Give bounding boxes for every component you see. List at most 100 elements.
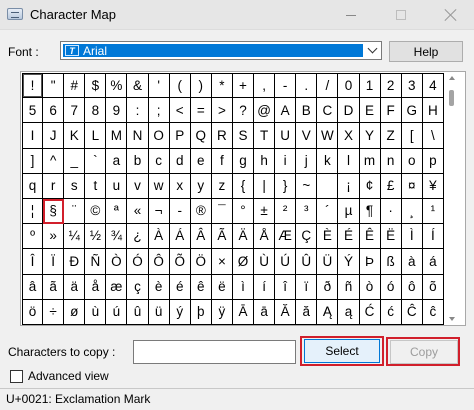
char-cell[interactable]: ò <box>359 274 381 300</box>
char-cell[interactable]: õ <box>422 274 444 300</box>
char-cell[interactable]: ą <box>338 299 360 325</box>
char-cell[interactable]: G <box>401 98 423 124</box>
char-cell[interactable]: j <box>296 148 318 174</box>
char-cell[interactable]: ¿ <box>127 224 149 250</box>
char-cell[interactable]: P <box>169 123 191 149</box>
char-cell[interactable]: o <box>401 148 423 174</box>
char-cell[interactable]: ä <box>64 274 86 300</box>
char-cell[interactable]: B <box>296 98 318 124</box>
char-cell[interactable]: ā <box>254 299 276 325</box>
char-cell[interactable]: Ø <box>232 249 255 275</box>
char-cell[interactable]: p <box>422 148 444 174</box>
char-cell[interactable]: { <box>232 173 255 199</box>
char-cell[interactable]: , <box>254 73 276 99</box>
char-cell[interactable]: > <box>211 98 233 124</box>
char-cell[interactable]: : <box>127 98 149 124</box>
char-cell[interactable]: w <box>148 173 170 199</box>
grid-scrollbar[interactable] <box>446 76 458 321</box>
char-cell[interactable]: Å <box>254 224 276 250</box>
char-cell[interactable]: × <box>211 249 233 275</box>
char-cell[interactable]: þ <box>190 299 212 325</box>
char-cell[interactable]: ¤ <box>401 173 423 199</box>
char-cell[interactable]: Ù <box>254 249 276 275</box>
maximize-button[interactable] <box>378 0 424 30</box>
char-cell[interactable]: X <box>338 123 360 149</box>
char-cell[interactable]: % <box>106 73 128 99</box>
char-cell[interactable]: M <box>106 123 128 149</box>
char-cell[interactable]: ® <box>190 198 212 225</box>
char-cell[interactable]: ß <box>380 249 402 275</box>
char-cell[interactable]: @ <box>254 98 276 124</box>
char-cell[interactable]: ) <box>190 73 212 99</box>
char-cell[interactable]: R <box>211 123 233 149</box>
char-cell[interactable]: æ <box>106 274 128 300</box>
char-cell[interactable]: § <box>43 198 65 225</box>
char-cell[interactable]: + <box>232 73 255 99</box>
char-cell[interactable]: U <box>275 123 297 149</box>
char-cell[interactable]: î <box>275 274 297 300</box>
char-cell[interactable]: [ <box>401 123 423 149</box>
char-cell[interactable]: Ì <box>401 224 423 250</box>
char-cell[interactable]: ë <box>211 274 233 300</box>
char-cell[interactable]: Í <box>422 224 444 250</box>
char-cell[interactable]: N <box>127 123 149 149</box>
char-cell[interactable]: h <box>254 148 276 174</box>
char-cell[interactable]: Ð <box>64 249 86 275</box>
char-cell[interactable]: ¯ <box>211 198 233 225</box>
char-cell[interactable]: ^ <box>43 148 65 174</box>
char-cell[interactable]: L <box>85 123 107 149</box>
char-cell[interactable]: S <box>232 123 255 149</box>
char-cell[interactable]: ¨ <box>64 198 86 225</box>
char-cell[interactable]: » <box>43 224 65 250</box>
char-cell[interactable]: t <box>85 173 107 199</box>
char-cell[interactable]: Ñ <box>85 249 107 275</box>
char-cell[interactable]: í <box>254 274 276 300</box>
char-cell[interactable]: ± <box>254 198 276 225</box>
char-cell[interactable]: Ô <box>148 249 170 275</box>
char-cell[interactable]: á <box>422 249 444 275</box>
char-cell[interactable]: ] <box>22 148 44 174</box>
char-cell[interactable]: Ï <box>43 249 65 275</box>
char-cell[interactable]: r <box>43 173 65 199</box>
char-cell[interactable]: ` <box>85 148 107 174</box>
char-cell[interactable]: Þ <box>359 249 381 275</box>
char-cell[interactable]: E <box>359 98 381 124</box>
char-cell[interactable]: W <box>317 123 339 149</box>
char-cell[interactable]: ú <box>106 299 128 325</box>
char-cell[interactable]: é <box>169 274 191 300</box>
char-cell[interactable]: º <box>22 224 44 250</box>
char-cell[interactable]: c <box>148 148 170 174</box>
char-cell[interactable]: ¼ <box>64 224 86 250</box>
font-dropdown[interactable]: Т Arial <box>60 41 382 60</box>
char-cell[interactable]: © <box>85 198 107 225</box>
char-cell[interactable]: l <box>338 148 360 174</box>
char-cell[interactable]: q <box>22 173 44 199</box>
char-cell[interactable]: = <box>190 98 212 124</box>
char-cell[interactable]: Ä <box>232 224 255 250</box>
char-cell[interactable]: å <box>85 274 107 300</box>
char-cell[interactable]: ø <box>64 299 86 325</box>
char-cell[interactable]: Ã <box>211 224 233 250</box>
char-cell[interactable]: ü <box>148 299 170 325</box>
char-cell[interactable]: I <box>22 123 44 149</box>
char-cell[interactable]: " <box>43 73 65 99</box>
char-cell[interactable]: ¥ <box>422 173 444 199</box>
char-cell[interactable]: û <box>127 299 149 325</box>
char-cell[interactable]: µ <box>338 198 360 225</box>
char-cell[interactable] <box>317 173 339 199</box>
char-cell[interactable]: 7 <box>64 98 86 124</box>
char-cell[interactable]: ½ <box>85 224 107 250</box>
char-cell[interactable]: # <box>64 73 86 99</box>
char-cell[interactable]: ? <box>232 98 255 124</box>
scroll-thumb[interactable] <box>449 90 454 106</box>
char-cell[interactable]: · <box>380 198 402 225</box>
char-cell[interactable]: Ç <box>296 224 318 250</box>
char-cell[interactable]: H <box>422 98 444 124</box>
char-cell[interactable]: ÿ <box>211 299 233 325</box>
char-cell[interactable]: Ą <box>317 299 339 325</box>
char-cell[interactable]: v <box>127 173 149 199</box>
char-cell[interactable]: ô <box>401 274 423 300</box>
chevron-down-icon[interactable] <box>369 45 377 53</box>
char-cell[interactable]: 6 <box>43 98 65 124</box>
char-cell[interactable]: < <box>169 98 191 124</box>
